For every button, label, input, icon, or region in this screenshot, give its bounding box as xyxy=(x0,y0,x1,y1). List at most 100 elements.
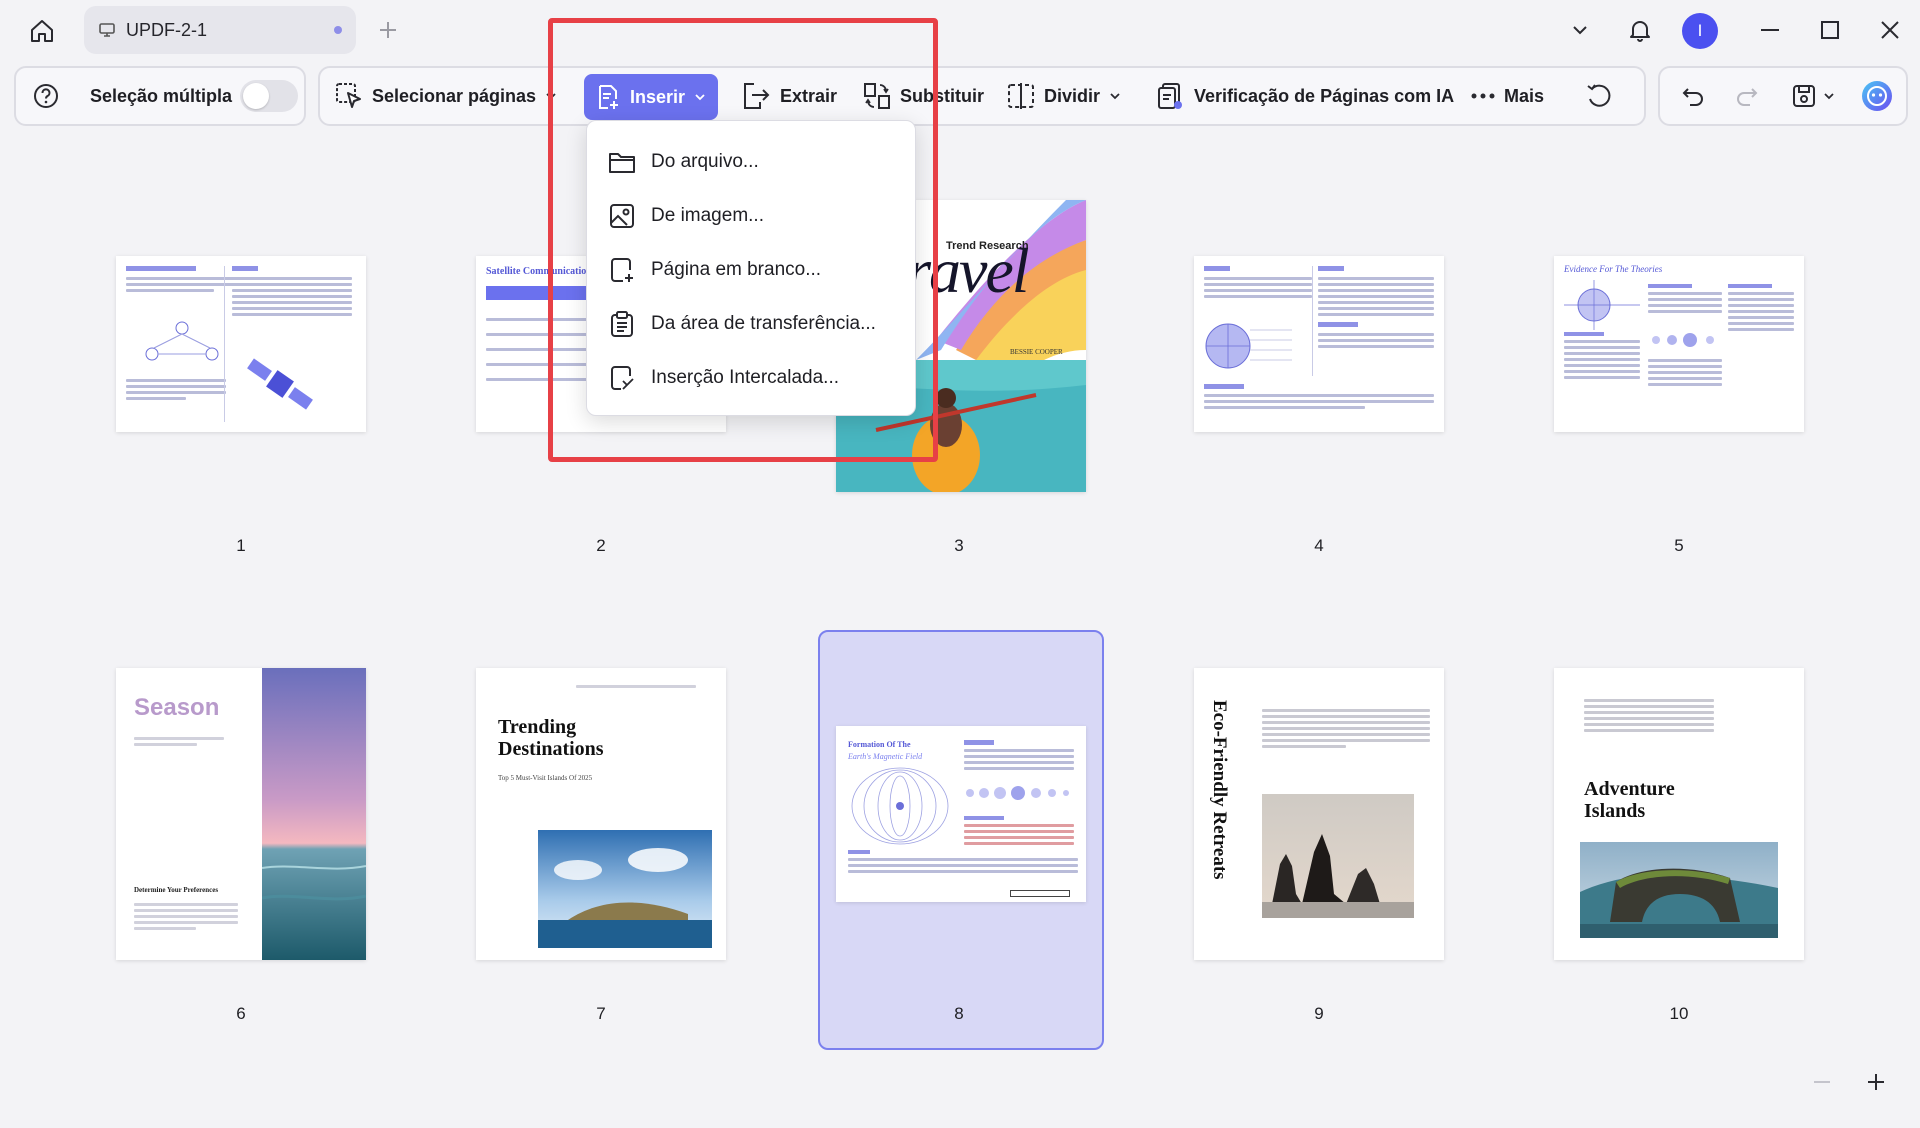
more-button[interactable]: Mais xyxy=(1470,68,1544,124)
document-tab[interactable]: UPDF-2-1 xyxy=(84,6,356,54)
page-thumbnail-4[interactable] xyxy=(1194,256,1444,432)
chevron-down-icon xyxy=(1110,93,1120,100)
page-subtitle: Top 5 Must-Visit Islands Of 2025 xyxy=(498,774,593,782)
notifications-button[interactable] xyxy=(1622,12,1658,48)
insert-from-clipboard-label: Da área de transferência... xyxy=(651,313,876,334)
insert-blank-page-label: Página em branco... xyxy=(651,259,822,280)
insert-page-icon xyxy=(599,85,618,109)
page-number: 8 xyxy=(954,1004,964,1023)
zoom-out-button[interactable] xyxy=(1806,1066,1838,1098)
split-dropdown[interactable]: Dividir xyxy=(1006,68,1122,124)
minimize-icon xyxy=(1761,29,1779,31)
page-thumbnail-6[interactable]: Season Determine Your Preferences xyxy=(116,668,366,960)
page-tools-group: Selecionar páginas Inserir Extrair Subst… xyxy=(318,66,1646,126)
home-button[interactable] xyxy=(22,12,62,50)
undo-icon xyxy=(1682,88,1703,106)
minus-icon xyxy=(1814,1081,1830,1083)
insert-blank-page[interactable]: Página em branco... xyxy=(587,245,915,295)
select-pages-dropdown[interactable]: Selecionar páginas xyxy=(334,68,558,124)
page-thumbnail-10[interactable]: Adventure Islands xyxy=(1554,668,1804,960)
ai-assistant-icon xyxy=(1862,81,1892,111)
more-label: Mais xyxy=(1504,85,1545,106)
title-bar: UPDF-2-1 I xyxy=(0,0,1920,62)
interleave-icon xyxy=(611,366,634,390)
bell-icon xyxy=(1630,21,1650,42)
insert-from-image[interactable]: De imagem... xyxy=(587,191,915,241)
minimize-button[interactable] xyxy=(1752,12,1788,48)
page-heading: Adventure Islands xyxy=(1584,778,1675,822)
ai-check-label: Verificação de Páginas com IA xyxy=(1194,85,1455,106)
insert-from-file-label: Do arquivo... xyxy=(651,151,759,172)
tabs-list-button[interactable] xyxy=(1562,12,1598,48)
redo-icon xyxy=(1737,88,1758,106)
insert-button[interactable]: Inserir xyxy=(584,74,718,120)
page-heading: Trending Destinations xyxy=(498,716,604,760)
replace-label: Substituir xyxy=(900,85,984,106)
redo-button[interactable] xyxy=(1734,68,1760,124)
page-number: 9 xyxy=(1314,1004,1324,1023)
page-number: 2 xyxy=(596,536,606,555)
split-label: Dividir xyxy=(1044,85,1101,106)
interleave-insert[interactable]: Inserção Intercalada... xyxy=(587,353,915,403)
save-dropdown[interactable] xyxy=(1790,68,1836,124)
replace-icon xyxy=(864,83,890,109)
insert-from-clipboard[interactable]: Da área de transferência... xyxy=(587,299,915,349)
multi-select-label: Seleção múltipla xyxy=(90,85,233,106)
page-number: 1 xyxy=(236,536,246,555)
close-button[interactable] xyxy=(1872,12,1908,48)
multi-select-toggle[interactable] xyxy=(240,68,298,124)
monitor-icon xyxy=(99,23,115,37)
plus-icon xyxy=(380,22,396,38)
image-icon xyxy=(610,204,634,228)
insert-from-image-label: De imagem... xyxy=(651,205,764,226)
page-heading: Eco-Friendly Retreats xyxy=(1209,700,1230,880)
page-thumbnail-1[interactable] xyxy=(116,256,366,432)
split-icon xyxy=(1008,83,1034,109)
tab-title: UPDF-2-1 xyxy=(126,19,208,40)
chevron-down-icon xyxy=(695,94,705,101)
chevron-down-icon xyxy=(1824,93,1834,100)
maximize-icon xyxy=(1821,21,1839,39)
chevron-down-icon xyxy=(1573,26,1587,35)
page-heading: Formation Of The xyxy=(848,740,911,749)
extract-label: Extrair xyxy=(780,85,838,106)
interleave-insert-label: Inserção Intercalada... xyxy=(651,367,839,388)
page-number: 6 xyxy=(236,1004,246,1023)
page-heading: Satellite Communication xyxy=(486,266,592,277)
help-button[interactable] xyxy=(32,68,60,124)
plus-icon xyxy=(1868,1074,1884,1090)
page-thumbnail-5[interactable]: Evidence For The Theories xyxy=(1554,256,1804,432)
insert-menu: Do arquivo... De imagem... Página em bra… xyxy=(586,120,916,416)
page-thumbnail-8[interactable]: Formation Of The Earth's Magnetic Field xyxy=(836,726,1086,902)
blank-page-icon xyxy=(611,258,633,282)
cursor-select-icon xyxy=(336,83,361,108)
rotate-button[interactable] xyxy=(1584,68,1614,124)
page-number: 3 xyxy=(954,536,964,555)
select-pages-label: Selecionar páginas xyxy=(372,85,537,106)
new-tab-button[interactable] xyxy=(372,14,404,46)
ai-assistant-button[interactable] xyxy=(1860,68,1894,124)
zoom-in-button[interactable] xyxy=(1860,1066,1892,1098)
ai-page-check-button[interactable]: Verificação de Páginas com IA xyxy=(1156,68,1454,124)
unsaved-dot xyxy=(334,26,342,34)
undo-button[interactable] xyxy=(1680,68,1706,124)
page-thumbnail-7[interactable]: Trending Destinations Top 5 Must-Visit I… xyxy=(476,668,726,960)
more-icon xyxy=(1471,93,1495,99)
insert-from-file[interactable]: Do arquivo... xyxy=(587,137,915,187)
folder-icon xyxy=(609,153,635,173)
maximize-button[interactable] xyxy=(1812,12,1848,48)
close-icon xyxy=(1881,21,1899,39)
page-heading: Season xyxy=(134,694,220,721)
help-icon xyxy=(34,84,58,108)
page-subtitle: Determine Your Preferences xyxy=(134,886,219,894)
extract-icon xyxy=(744,83,770,109)
multi-select-group: Seleção múltipla xyxy=(14,66,306,126)
replace-button[interactable]: Substituir xyxy=(862,68,984,124)
extract-button[interactable]: Extrair xyxy=(740,68,837,124)
rotate-icon xyxy=(1587,84,1611,107)
page-thumbnail-9[interactable]: Eco-Friendly Retreats xyxy=(1194,668,1444,960)
clipboard-icon xyxy=(611,311,633,337)
save-icon xyxy=(1793,85,1815,107)
page-number: 10 xyxy=(1669,1004,1689,1023)
avatar[interactable]: I xyxy=(1682,13,1718,49)
